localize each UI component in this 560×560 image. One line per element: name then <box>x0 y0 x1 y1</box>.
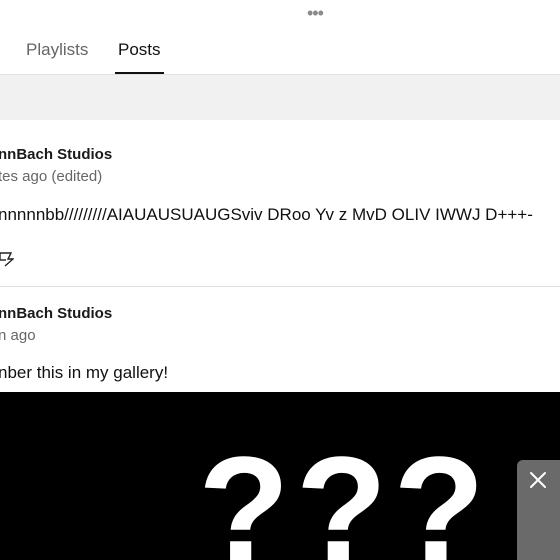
post-timestamp: n ago <box>0 327 36 344</box>
post-timestamp: tes ago (edited) <box>0 168 103 185</box>
thumbs-up-icon[interactable] <box>0 250 14 268</box>
post-text: nber this in my gallery! <box>0 363 169 382</box>
post-text: nnnnnbb/////////AIAUAUSUAUGSviv DRoo Yv … <box>0 205 533 224</box>
post-author[interactable]: nnBach Studios <box>0 305 112 322</box>
section-divider-band <box>0 74 560 121</box>
post-card: nnBach Studios tes ago (edited) nnnnnbb/… <box>0 120 560 287</box>
post-image[interactable]: ??? <box>0 392 560 560</box>
overlay-panel <box>517 460 560 560</box>
tab-playlists[interactable]: Playlists <box>26 40 88 60</box>
tab-bar: Playlists Posts <box>0 30 560 74</box>
tab-posts[interactable]: Posts <box>118 40 161 60</box>
post-author[interactable]: nnBach Studios <box>0 146 112 163</box>
post-image-text: ??? <box>198 425 491 560</box>
close-icon[interactable] <box>528 470 548 490</box>
post-card: nnBach Studios n ago nber this in my gal… <box>0 287 560 392</box>
more-options-icon[interactable]: ••• <box>307 4 324 22</box>
